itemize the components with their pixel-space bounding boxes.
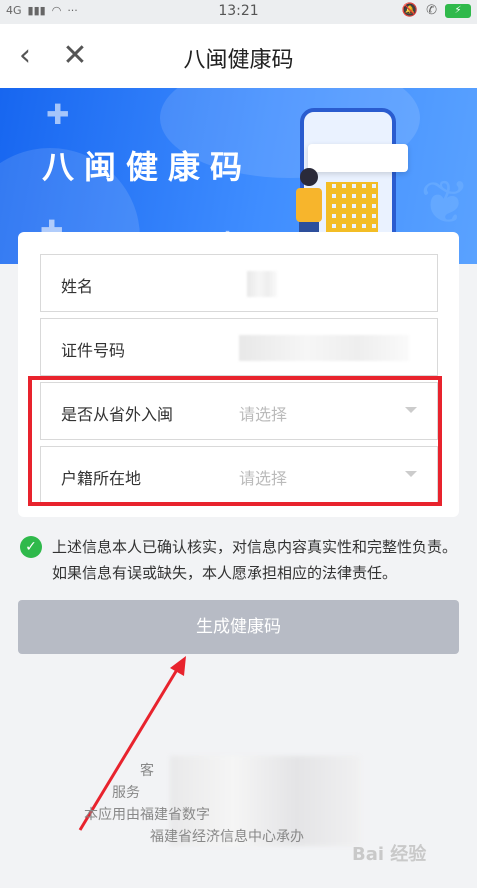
annotation-arrow-head <box>170 656 186 676</box>
baidu-watermark: Bai 经验 <box>352 844 427 865</box>
footer-line: 本应用由福建省数字 <box>84 807 210 823</box>
footer-line: 客 <box>140 763 154 779</box>
footer-line: 服务 <box>112 785 140 801</box>
footer-line: 福建省经济信息中心承办 <box>150 829 304 845</box>
